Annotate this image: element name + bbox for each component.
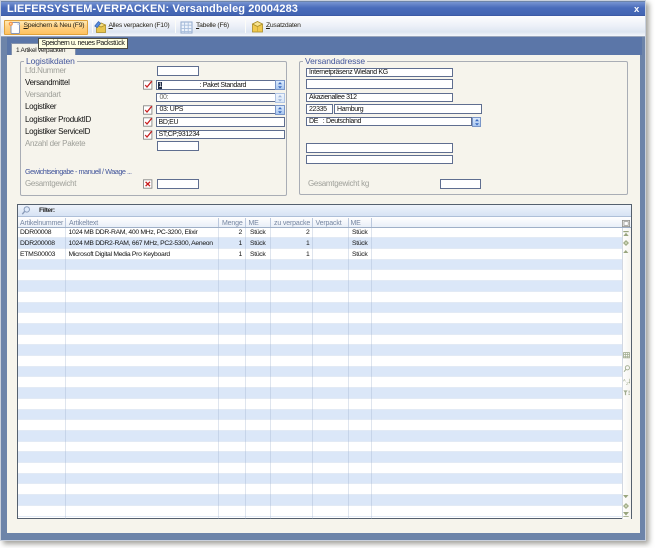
svg-text:Z: Z xyxy=(626,381,629,385)
